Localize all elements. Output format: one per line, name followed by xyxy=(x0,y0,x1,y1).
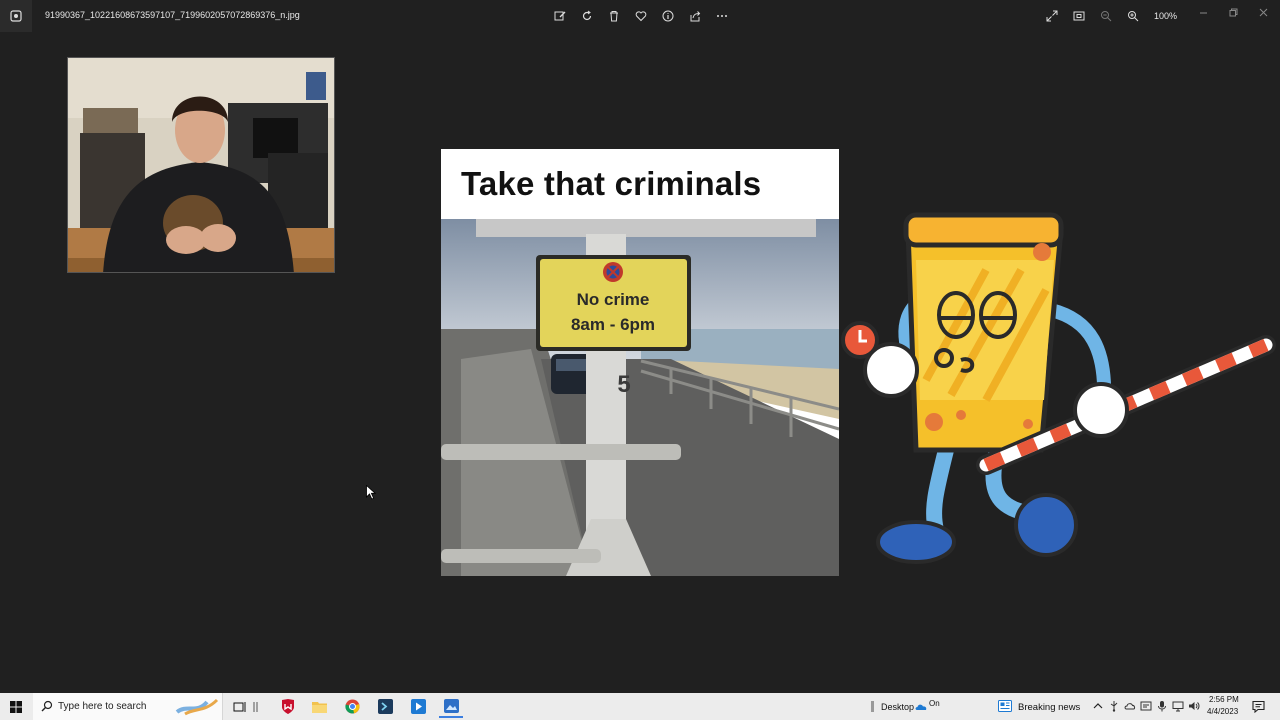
search-icon xyxy=(41,700,53,712)
file-name: 91990367_10221608673597107_7199602057072… xyxy=(45,10,300,20)
taskbar-divider-icon xyxy=(250,695,262,718)
task-view-icon[interactable] xyxy=(228,695,252,718)
chevron-up-icon[interactable] xyxy=(1092,700,1104,712)
rotate-icon[interactable] xyxy=(577,6,597,26)
meme-image: Take that criminals No crime 8am - 6pm 5 xyxy=(441,149,839,576)
onedrive-icon[interactable] xyxy=(915,701,927,713)
volume-icon[interactable] xyxy=(1188,700,1200,712)
news-icon[interactable] xyxy=(998,700,1012,712)
actual-size-icon[interactable] xyxy=(1069,6,1089,26)
favorite-icon[interactable] xyxy=(631,6,651,26)
clock-time[interactable]: 2:56 PM xyxy=(1209,695,1239,704)
more-icon[interactable] xyxy=(712,6,732,26)
image-toolbar xyxy=(550,6,732,26)
onedrive-status-label: On xyxy=(929,699,940,708)
media-player-icon[interactable] xyxy=(406,695,430,718)
file-explorer-icon[interactable] xyxy=(307,695,331,718)
meme-title: Take that criminals xyxy=(461,165,762,202)
search-placeholder: Type here to search xyxy=(58,701,147,712)
news-headline[interactable]: Breaking news xyxy=(1018,702,1080,713)
security-icon[interactable] xyxy=(1140,700,1152,712)
zoom-out-icon[interactable] xyxy=(1096,6,1116,26)
terminal-app-icon[interactable] xyxy=(373,695,397,718)
sign-line-1: No crime xyxy=(576,290,650,309)
photos-taskbar-icon[interactable] xyxy=(439,695,463,718)
sign-line-2: 8am - 6pm xyxy=(570,315,656,334)
chrome-icon[interactable] xyxy=(340,695,364,718)
share-icon[interactable] xyxy=(685,6,705,26)
taskbar-search-box[interactable]: Type here to search xyxy=(33,693,223,720)
network-icon[interactable] xyxy=(1172,700,1184,712)
photos-app-icon xyxy=(0,0,32,32)
taskbar: Type here to search Desktop On Breaking … xyxy=(0,693,1280,720)
webcam-feed-image xyxy=(68,58,334,272)
fullscreen-icon[interactable] xyxy=(1042,6,1062,26)
zoom-in-icon[interactable] xyxy=(1123,6,1143,26)
zoom-level[interactable]: 100% xyxy=(1154,11,1177,21)
desktop-label[interactable]: Desktop xyxy=(881,702,914,712)
edit-icon[interactable] xyxy=(550,6,570,26)
clock-date[interactable]: 4/4/2023 xyxy=(1207,707,1238,716)
info-icon[interactable] xyxy=(658,6,678,26)
restore-icon[interactable] xyxy=(1223,4,1243,20)
usb-icon[interactable] xyxy=(1108,700,1120,712)
title-bar: 91990367_10221608673597107_7199602057072… xyxy=(0,0,1280,32)
view-toolbar: 100% xyxy=(1042,6,1177,26)
pole-number: 5 xyxy=(617,371,631,398)
mouse-cursor-icon xyxy=(366,485,376,500)
minimize-icon[interactable] xyxy=(1193,4,1213,20)
delete-icon[interactable] xyxy=(604,6,624,26)
notifications-icon[interactable] xyxy=(1252,700,1265,713)
show-desktop-divider xyxy=(871,701,874,712)
close-icon[interactable] xyxy=(1253,4,1273,20)
mcafee-icon[interactable] xyxy=(276,695,300,718)
cloud-icon[interactable] xyxy=(1124,700,1136,712)
microphone-icon[interactable] xyxy=(1156,700,1168,712)
webcam-overlay xyxy=(67,57,335,273)
windows-start-icon[interactable] xyxy=(0,693,32,720)
mascot-cup-illustration xyxy=(841,212,1276,564)
search-highlight-icon xyxy=(175,698,219,716)
